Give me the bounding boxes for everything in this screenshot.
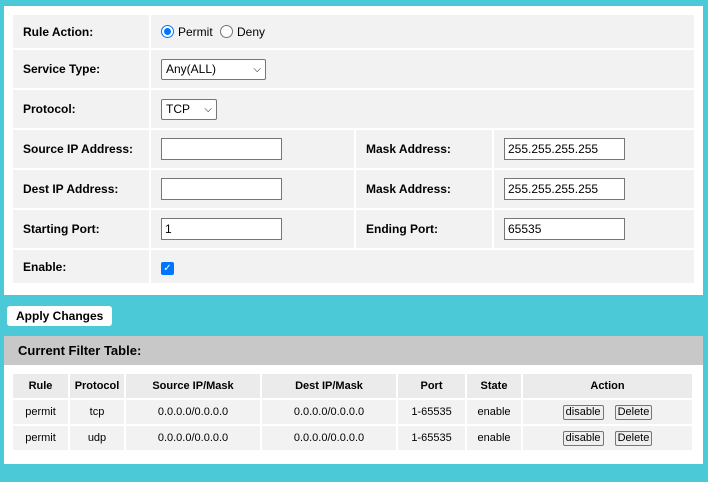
chevron-down-icon: ⌵ xyxy=(253,63,261,75)
source-ip-label: Source IP Address: xyxy=(13,130,151,170)
permit-radio[interactable] xyxy=(161,24,174,38)
cell-state: enable xyxy=(467,426,523,452)
protocol-value: TCP xyxy=(166,102,190,116)
delete-button[interactable]: Delete xyxy=(614,430,653,446)
col-state: State xyxy=(467,374,523,400)
col-protocol: Protocol xyxy=(70,374,126,400)
disable-button[interactable]: disable xyxy=(562,430,604,446)
cell-source: 0.0.0.0/0.0.0.0 xyxy=(126,426,262,452)
cell-action: disable Delete xyxy=(523,426,694,452)
col-dest: Dest IP/Mask xyxy=(262,374,398,400)
enable-label: Enable: xyxy=(13,250,151,285)
dest-ip-label: Dest IP Address: xyxy=(13,170,151,210)
check-icon: ✓ xyxy=(163,263,172,274)
cell-rule: permit xyxy=(13,400,70,426)
source-mask-input[interactable] xyxy=(504,138,625,160)
table-header-row: Rule Protocol Source IP/Mask Dest IP/Mas… xyxy=(13,374,694,400)
protocol-select[interactable]: TCP ⌵ xyxy=(161,98,217,120)
service-type-select[interactable]: Any(ALL) ⌵ xyxy=(161,58,266,80)
cell-protocol: udp xyxy=(70,426,126,452)
filter-form-panel: Rule Action: Permit Deny Service Type: A… xyxy=(4,6,703,295)
ending-port-input[interactable] xyxy=(504,218,625,240)
cell-dest: 0.0.0.0/0.0.0.0 xyxy=(262,400,398,426)
filter-table-panel: Current Filter Table: Rule Protocol Sour… xyxy=(4,336,703,464)
starting-port-input[interactable] xyxy=(161,218,282,240)
permit-label: Permit xyxy=(178,24,213,39)
dest-ip-input[interactable] xyxy=(161,178,282,200)
enable-checkbox[interactable]: ✓ xyxy=(161,262,174,275)
ending-port-label: Ending Port: xyxy=(356,210,494,250)
rule-action-label: Rule Action: xyxy=(13,15,151,50)
disable-button[interactable]: disable xyxy=(562,404,604,420)
table-row: permit udp 0.0.0.0/0.0.0.0 0.0.0.0/0.0.0… xyxy=(13,426,694,452)
cell-protocol: tcp xyxy=(70,400,126,426)
service-type-label: Service Type: xyxy=(13,50,151,90)
service-type-value: Any(ALL) xyxy=(166,62,217,76)
delete-button[interactable]: Delete xyxy=(614,404,653,420)
col-port: Port xyxy=(398,374,467,400)
dest-mask-label: Mask Address: xyxy=(356,170,494,210)
dest-mask-input[interactable] xyxy=(504,178,625,200)
col-source: Source IP/Mask xyxy=(126,374,262,400)
source-ip-input[interactable] xyxy=(161,138,282,160)
cell-port: 1-65535 xyxy=(398,400,467,426)
cell-port: 1-65535 xyxy=(398,426,467,452)
cell-dest: 0.0.0.0/0.0.0.0 xyxy=(262,426,398,452)
cell-source: 0.0.0.0/0.0.0.0 xyxy=(126,400,262,426)
starting-port-label: Starting Port: xyxy=(13,210,151,250)
rule-action-options: Permit Deny xyxy=(151,15,696,50)
deny-label: Deny xyxy=(237,24,266,39)
apply-changes-button[interactable]: Apply Changes xyxy=(7,306,113,326)
table-row: permit tcp 0.0.0.0/0.0.0.0 0.0.0.0/0.0.0… xyxy=(13,400,694,426)
col-action: Action xyxy=(523,374,694,400)
col-rule: Rule xyxy=(13,374,70,400)
chevron-down-icon: ⌵ xyxy=(204,103,212,115)
source-mask-label: Mask Address: xyxy=(356,130,494,170)
deny-radio[interactable] xyxy=(220,24,234,38)
cell-action: disable Delete xyxy=(523,400,694,426)
filter-form: Rule Action: Permit Deny Service Type: A… xyxy=(13,15,696,285)
cell-state: enable xyxy=(467,400,523,426)
filter-table-title: Current Filter Table: xyxy=(4,336,703,365)
protocol-label: Protocol: xyxy=(13,90,151,130)
cell-rule: permit xyxy=(13,426,70,452)
filter-table: Rule Protocol Source IP/Mask Dest IP/Mas… xyxy=(13,374,694,452)
